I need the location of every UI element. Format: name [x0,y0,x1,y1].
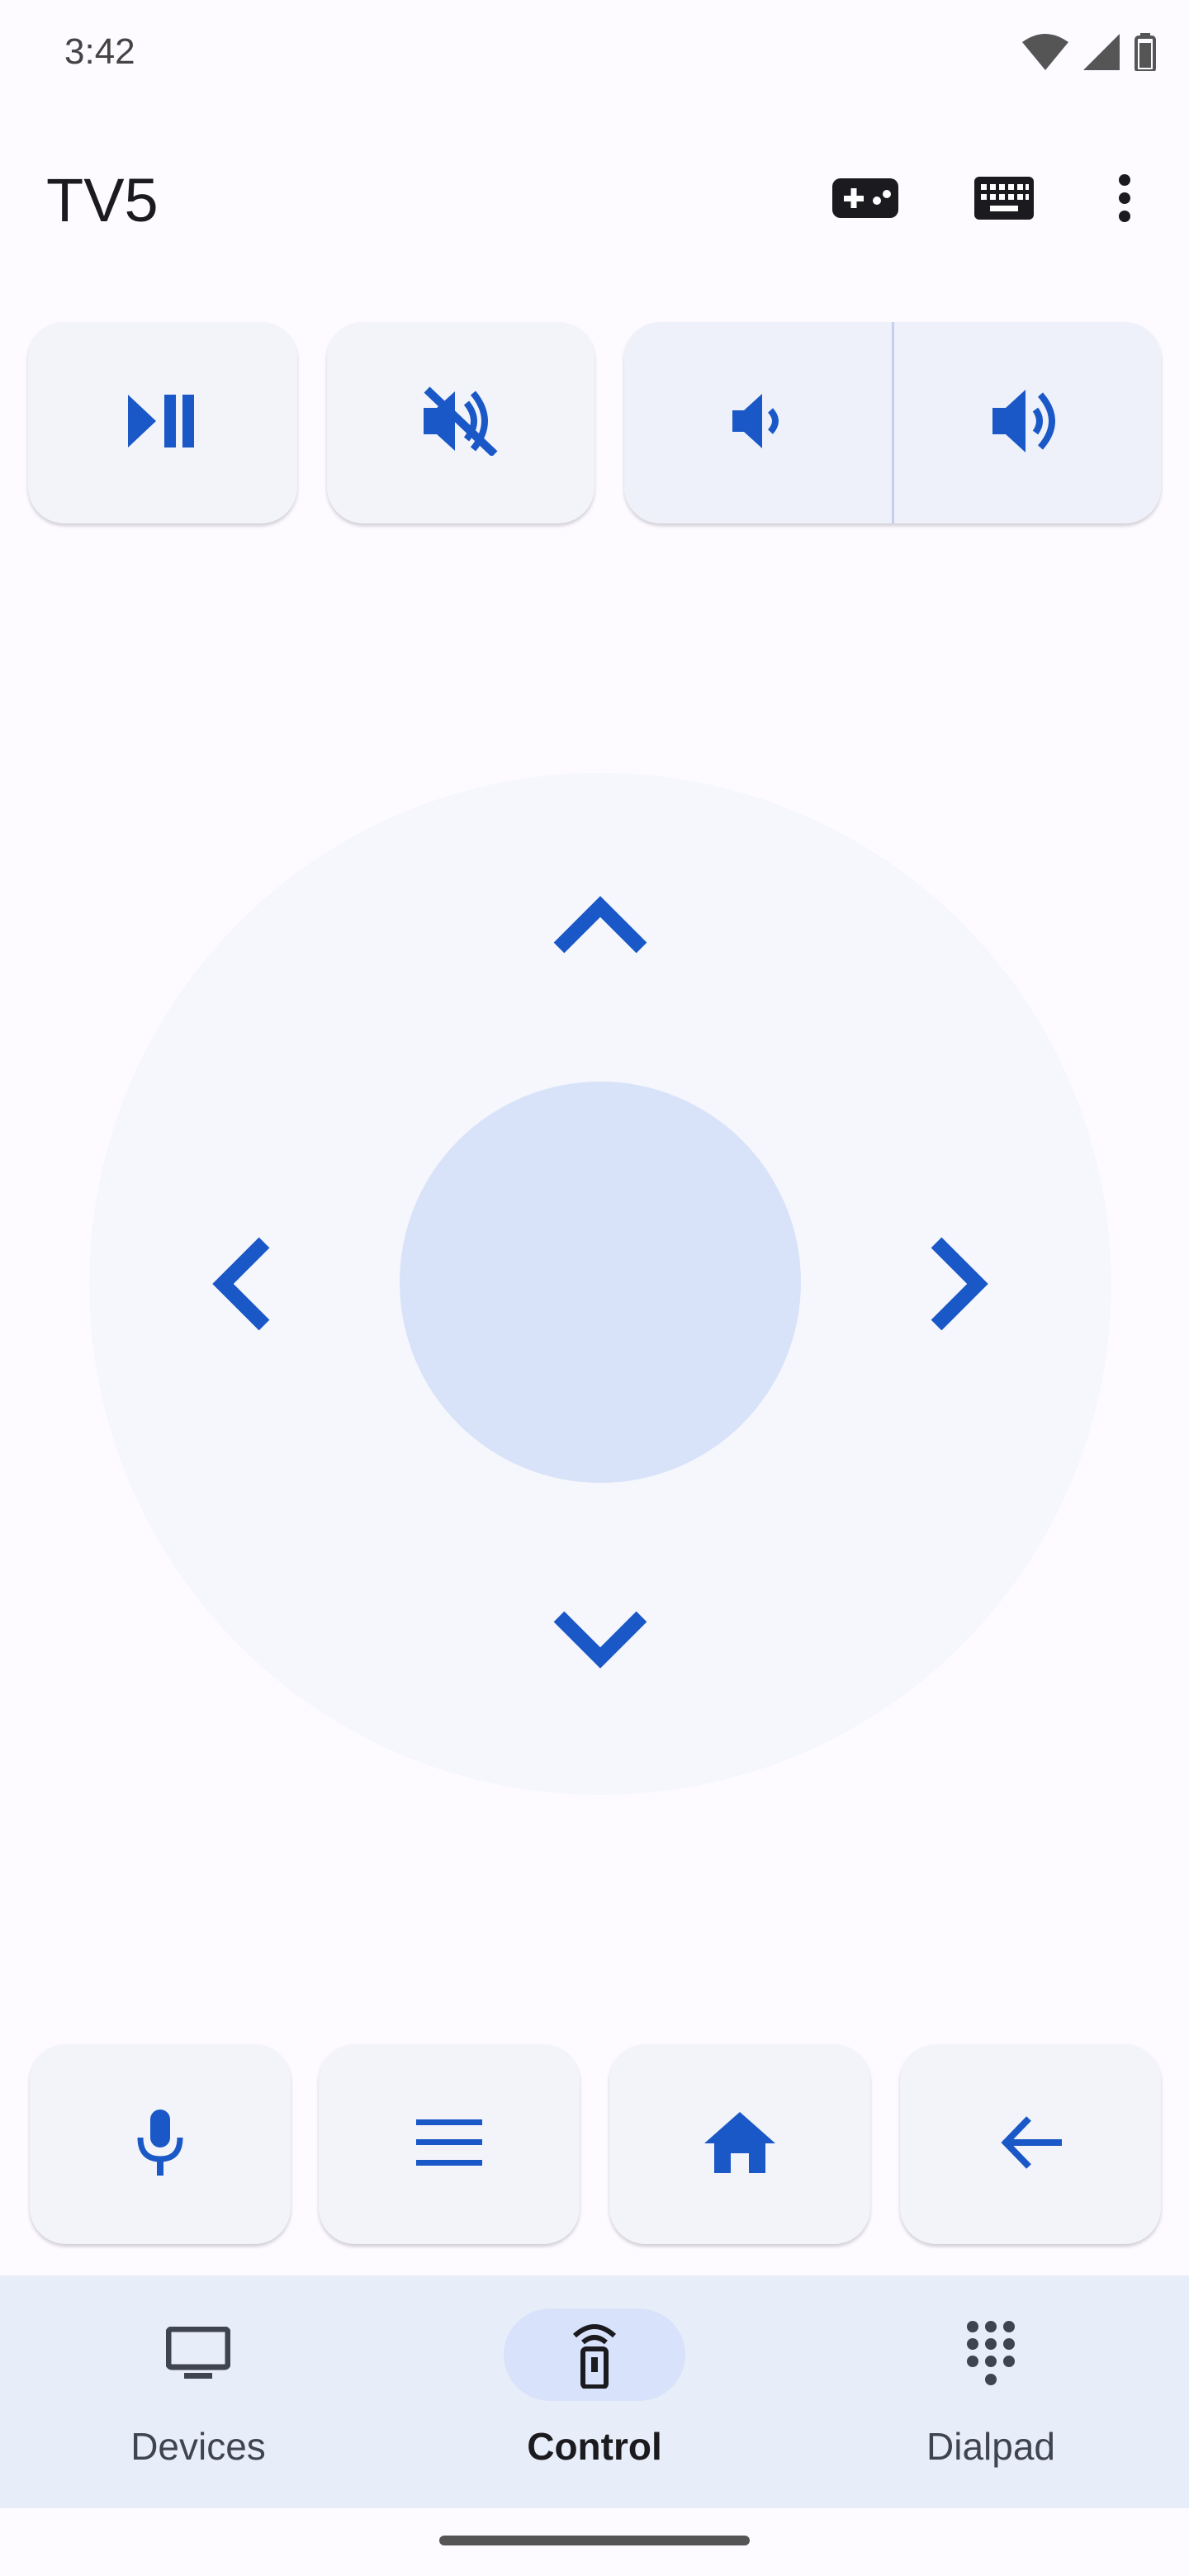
status-icons [1022,32,1156,75]
keyboard-button[interactable] [958,154,1050,246]
dpad-center-button[interactable] [400,1082,801,1483]
volume-down-button[interactable] [624,322,892,523]
nav-control-icon-container [504,2308,685,2401]
back-button[interactable] [900,2044,1161,2244]
nav-dialpad-icon-container [900,2308,1082,2401]
remote-icon [571,2318,618,2393]
chevron-right-icon [928,1234,994,1338]
nav-control-label: Control [527,2425,662,2468]
nav-dialpad[interactable]: Dialpad [793,2275,1189,2508]
gamepad-button[interactable] [819,154,912,246]
tv-icon [165,2326,231,2384]
more-options-button[interactable] [1078,154,1171,246]
chevron-up-icon [551,890,650,960]
play-pause-button[interactable] [28,322,297,523]
volume-control [624,322,1161,523]
mic-icon [135,2109,185,2180]
volume-up-button[interactable] [893,322,1161,523]
volume-down-icon [732,393,784,452]
voice-search-button[interactable] [30,2044,291,2244]
chevron-left-icon [206,1234,272,1338]
nav-control[interactable]: Control [396,2275,793,2508]
dpad-left-button[interactable] [198,1230,281,1341]
status-time: 3:42 [64,31,135,72]
volume-up-icon [992,388,1062,458]
menu-button[interactable] [319,2044,580,2244]
bottom-navigation: Devices Control Dialpad [0,2275,1189,2508]
back-arrow-icon [999,2114,1062,2176]
menu-icon [416,2119,482,2170]
nav-devices-label: Devices [130,2425,266,2468]
dpad-down-button[interactable] [545,1602,656,1684]
gamepad-icon [832,178,898,222]
more-vert-icon [1116,173,1133,227]
wifi-icon [1022,33,1068,74]
mute-button[interactable] [327,322,594,523]
cell-signal-icon [1083,33,1120,74]
chevron-down-icon [551,1608,650,1679]
home-button[interactable] [609,2044,870,2244]
nav-dialpad-label: Dialpad [926,2425,1055,2468]
dialpad-icon [966,2320,1016,2390]
mute-icon [424,386,498,460]
nav-devices-icon-container [107,2308,289,2401]
nav-devices[interactable]: Devices [0,2275,396,2508]
keyboard-icon [974,176,1034,224]
play-pause-icon [128,394,197,452]
home-icon [704,2111,775,2177]
dpad-right-button[interactable] [920,1230,1002,1341]
gesture-home-indicator[interactable] [439,2536,750,2545]
dpad-up-button[interactable] [545,883,656,966]
page-title: TV5 [46,166,159,234]
battery-icon [1135,32,1156,75]
